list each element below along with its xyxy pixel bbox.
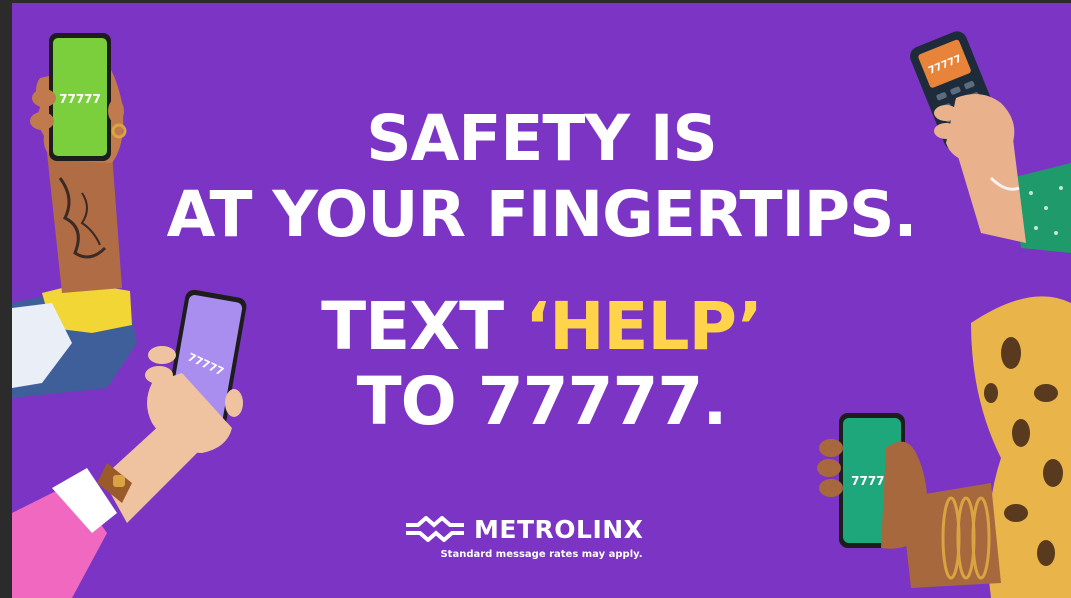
- headline-line-1: SAFETY IS: [366, 102, 718, 175]
- headline-help-keyword: ‘HELP’: [525, 288, 763, 365]
- metrolinx-logo: METROLINX: [404, 509, 643, 549]
- headline-line-2: AT YOUR FINGERTIPS.: [166, 178, 918, 251]
- metrolinx-wave-icon: [406, 516, 464, 542]
- brand-name: METROLINX: [474, 514, 644, 544]
- headline-line-4: TO 77777.: [356, 363, 728, 440]
- phone-screen-number: 77777: [59, 92, 101, 106]
- headline-text-prefix: TEXT: [321, 288, 526, 365]
- headline-line-3: TEXT ‘HELP’: [12, 294, 1071, 360]
- disclaimer-text: Standard message rates may apply.: [440, 549, 643, 560]
- poster: 77777 77777 77777 77777 SAFETY IS AT YOU…: [12, 3, 1071, 598]
